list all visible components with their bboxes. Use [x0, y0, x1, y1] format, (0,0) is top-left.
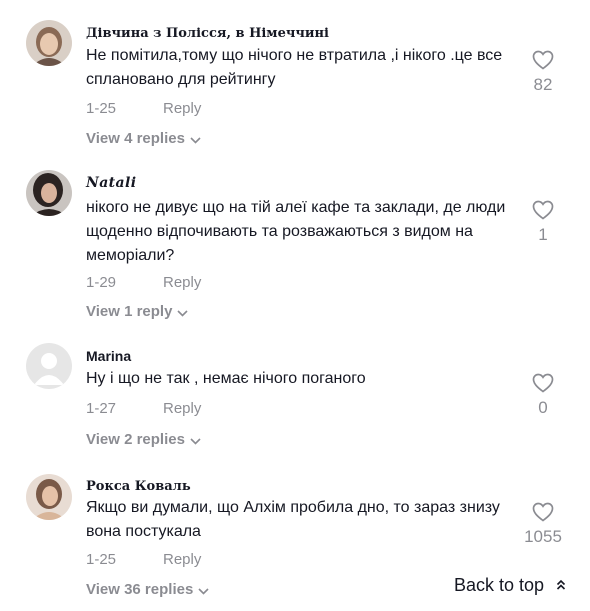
- heart-icon[interactable]: [515, 502, 571, 527]
- like-area: 1055: [515, 502, 571, 547]
- view-replies-button[interactable]: View 4 replies: [86, 130, 201, 148]
- view-replies-button[interactable]: View 1 reply: [86, 303, 189, 321]
- back-to-top-button[interactable]: Back to top: [440, 566, 590, 604]
- comment-meta: 1-27 Reply: [86, 400, 201, 417]
- like-area: 82: [515, 50, 571, 95]
- like-area: 0: [515, 373, 571, 418]
- view-replies-button[interactable]: View 36 replies: [86, 581, 209, 599]
- comment-author[interactable]: Рокса Коваль: [86, 479, 191, 494]
- comment-text: нікого не дивує що на тій алеї кафе та з…: [86, 199, 506, 264]
- like-count: 82: [533, 75, 553, 94]
- comment-item: Marina Ну і що не так , немає нічого пог…: [0, 343, 590, 453]
- avatar[interactable]: [26, 474, 72, 520]
- reply-button[interactable]: Reply: [163, 100, 201, 117]
- double-chevron-up-icon: [556, 575, 566, 596]
- comment-item: Дівчина з Полісся, в Німеччині Не поміти…: [0, 20, 590, 150]
- avatar[interactable]: [26, 170, 72, 216]
- like-count: 0: [538, 398, 548, 417]
- comment-text: Якщо ви думали, що Алхім пробила дно, то…: [86, 499, 500, 540]
- comment-meta: 1-25 Reply: [86, 551, 201, 568]
- comment-meta: 1-25 Reply: [86, 100, 201, 117]
- like-area: 1: [515, 200, 571, 245]
- like-count: 1055: [524, 527, 562, 546]
- comment-text: Ну і що не так , немає нічого поганого: [86, 370, 366, 387]
- heart-icon[interactable]: [515, 373, 571, 398]
- heart-icon[interactable]: [515, 200, 571, 225]
- chevron-down-icon: [198, 582, 209, 599]
- like-count: 1: [538, 225, 548, 244]
- avatar[interactable]: [26, 343, 72, 389]
- chevron-down-icon: [177, 304, 189, 321]
- comment-author[interactable]: Natali: [86, 175, 136, 191]
- comment-meta: 1-29 Reply: [86, 274, 201, 291]
- avatar[interactable]: [26, 20, 72, 66]
- back-to-top-label: Back to top: [454, 574, 545, 595]
- view-replies-label: View 36 replies: [86, 581, 194, 598]
- reply-button[interactable]: Reply: [163, 400, 201, 417]
- comment-date: 1-25: [86, 100, 117, 117]
- view-replies-label: View 1 reply: [86, 303, 173, 320]
- comment-text: Не помітила,тому що нічого не втратила ,…: [86, 47, 503, 88]
- comment-date: 1-25: [86, 551, 117, 568]
- view-replies-label: View 4 replies: [86, 130, 185, 147]
- chevron-down-icon: [190, 131, 201, 148]
- comment-date: 1-27: [86, 400, 117, 417]
- comment-author[interactable]: Marina: [86, 348, 131, 364]
- reply-button[interactable]: Reply: [163, 551, 201, 568]
- reply-button[interactable]: Reply: [163, 274, 201, 291]
- comment-author[interactable]: Дівчина з Полісся, в Німеччині: [86, 26, 329, 41]
- heart-icon[interactable]: [515, 50, 571, 75]
- comment-item: Natali нікого не дивує що на тій алеї ка…: [0, 170, 590, 320]
- view-replies-button[interactable]: View 2 replies: [86, 431, 201, 449]
- chevron-down-icon: [190, 432, 201, 449]
- view-replies-label: View 2 replies: [86, 431, 185, 448]
- comment-date: 1-29: [86, 274, 117, 291]
